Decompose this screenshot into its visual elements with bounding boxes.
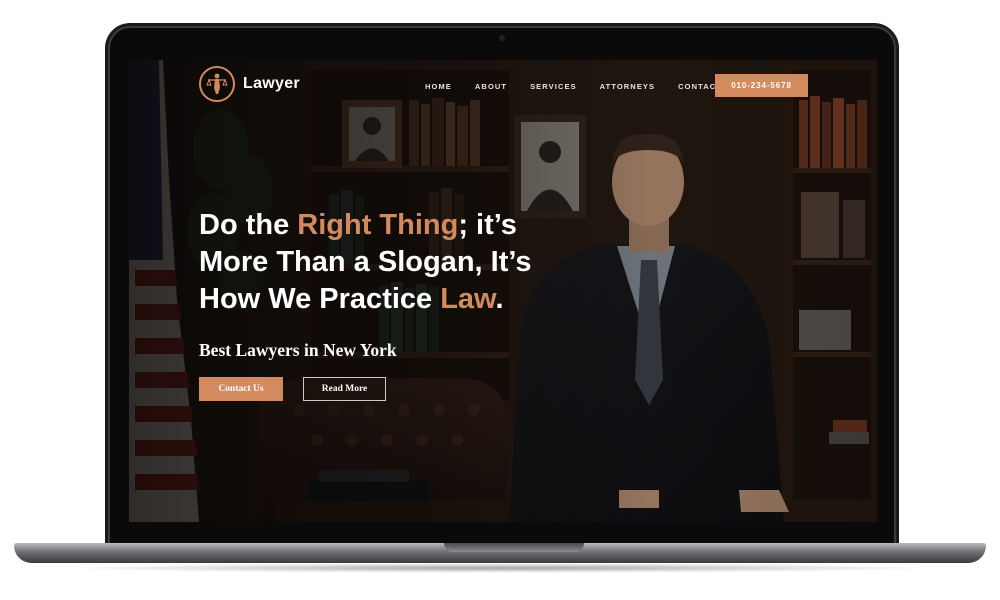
read-more-button[interactable]: Read More: [303, 377, 386, 401]
contact-us-button[interactable]: Contact Us: [199, 377, 283, 401]
hero-subtitle: Best Lawyers in New York: [199, 340, 397, 360]
main-menu: HOME ABOUT SERVICES ATTORNEYS CONTACT: [425, 82, 745, 91]
hero-title-accent: Right Thing: [297, 209, 459, 241]
nav-home[interactable]: HOME: [425, 82, 452, 91]
nav-services[interactable]: SERVICES: [530, 82, 577, 91]
lady-justice-icon: [199, 66, 235, 102]
laptop-base: [14, 543, 986, 563]
nav-about[interactable]: ABOUT: [475, 82, 507, 91]
phone-button[interactable]: 010-234-5678: [715, 74, 808, 97]
hero-title-text: ; it’s: [458, 209, 517, 241]
logo-text: Lawyer: [243, 75, 300, 92]
website-screen: Lawyer HOME ABOUT SERVICES ATTORNEYS CON…: [129, 60, 877, 522]
hero-title-accent: Law: [440, 283, 496, 315]
hero-title-text: .: [495, 283, 504, 315]
laptop-mockup: Lawyer HOME ABOUT SERVICES ATTORNEYS CON…: [0, 0, 1000, 600]
camera-icon: [499, 35, 505, 41]
laptop-shadow: [60, 563, 940, 573]
laptop-notch: [444, 543, 584, 552]
hero-title-text: Do the: [199, 209, 298, 241]
site-logo[interactable]: Lawyer: [199, 66, 300, 102]
hero-title: Do the Right Thing; it’s More Than a Slog…: [199, 207, 619, 318]
hero-title-text: More Than a Slogan, It’s: [199, 246, 532, 278]
nav-attorneys[interactable]: ATTORNEYS: [600, 82, 655, 91]
hero-title-text: How We Practice: [199, 283, 441, 315]
navbar: Lawyer HOME ABOUT SERVICES ATTORNEYS CON…: [129, 60, 877, 112]
